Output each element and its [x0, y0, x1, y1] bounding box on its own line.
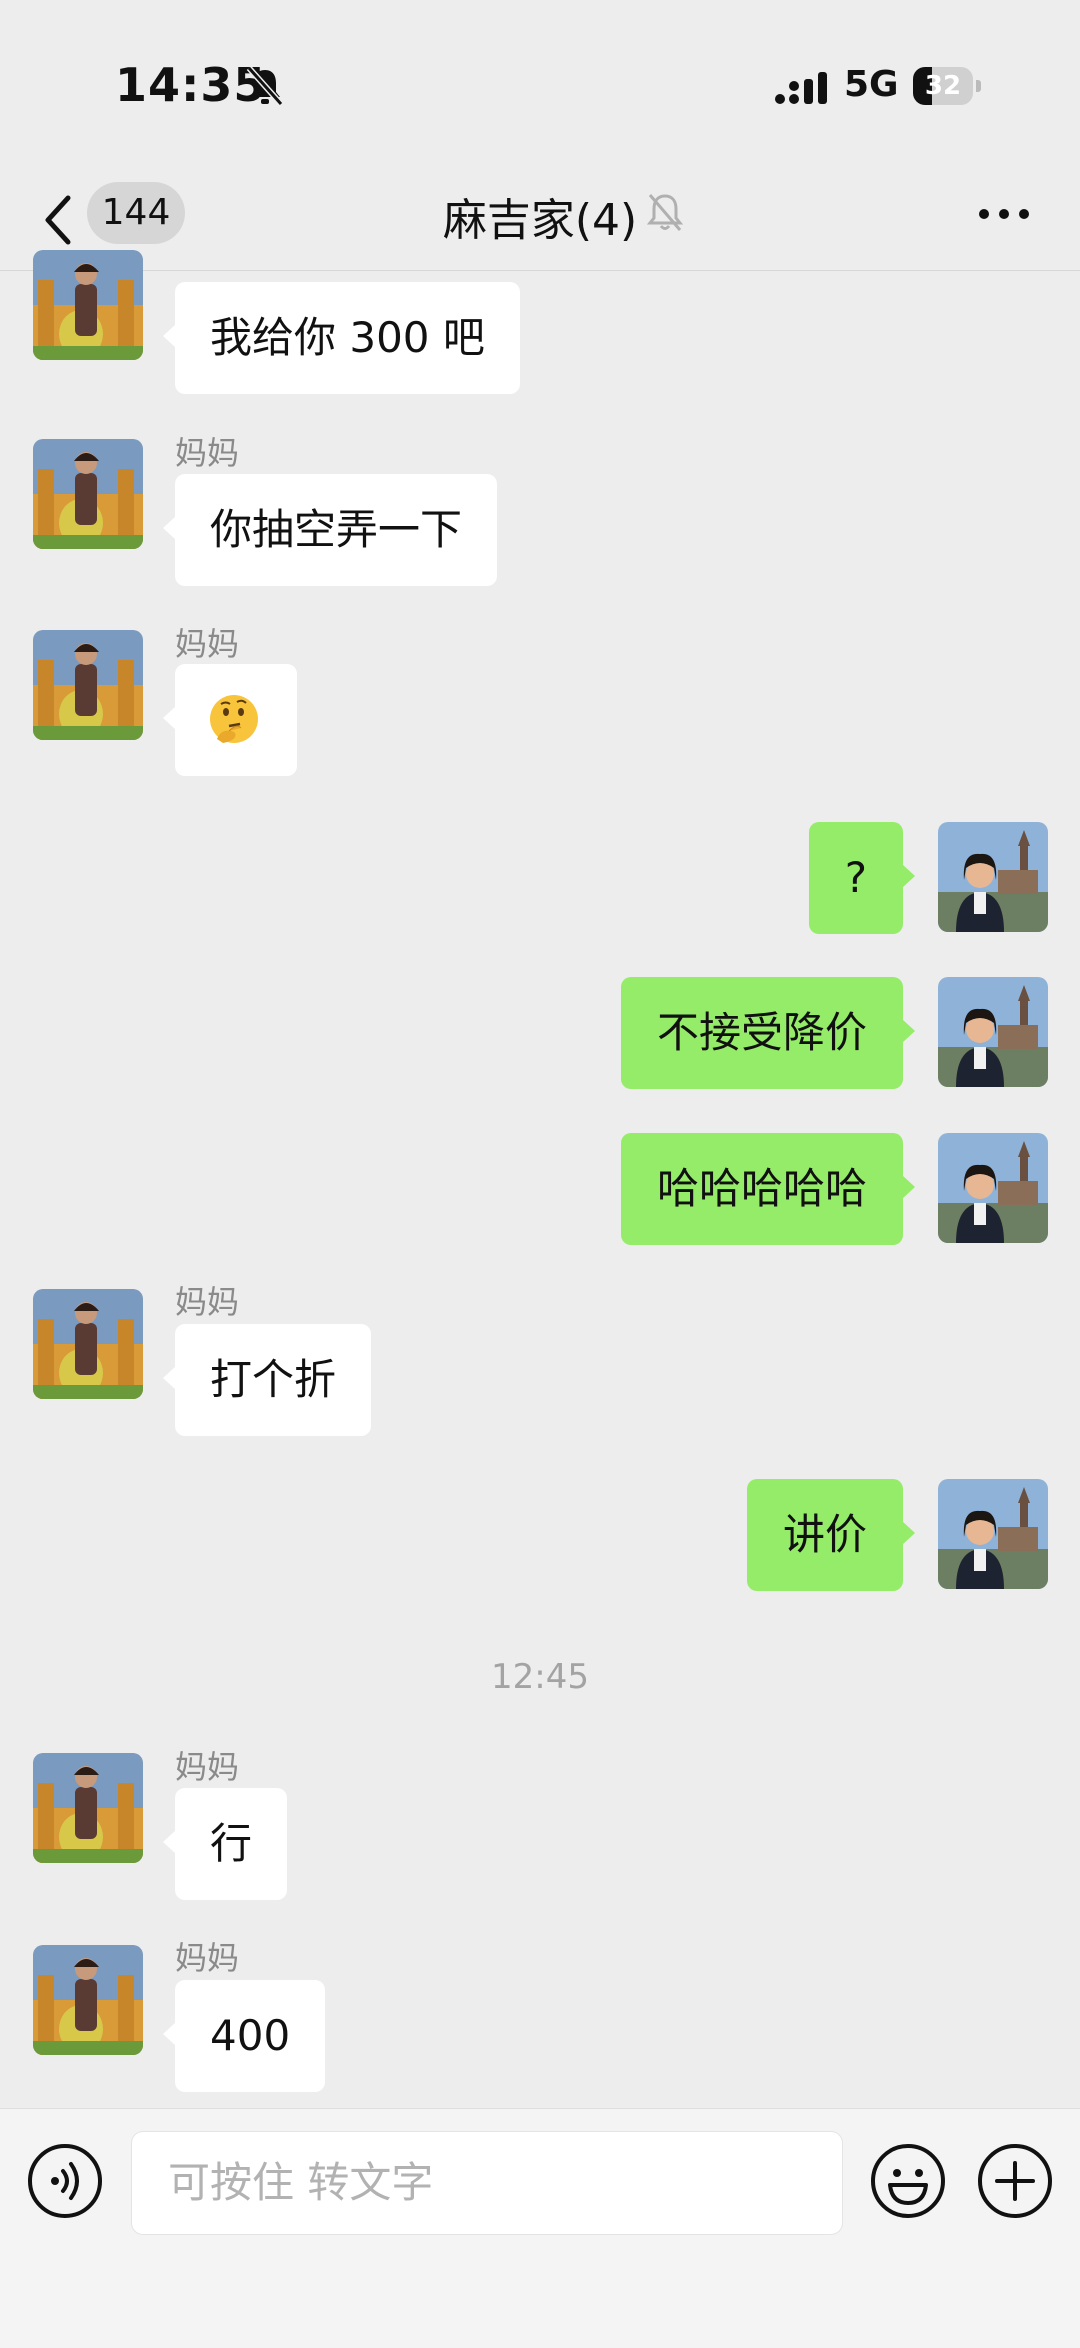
sender-name: 妈妈 — [175, 434, 240, 472]
message-bubble-incoming[interactable]: 打个折 — [162, 1324, 372, 1436]
avatar-mom[interactable] — [33, 1945, 143, 2055]
more-icon[interactable] — [978, 206, 1030, 222]
emoji-icon[interactable] — [870, 2143, 946, 2219]
thinking-face-emoji — [210, 695, 258, 743]
message-bubble-incoming[interactable] — [163, 664, 297, 776]
avatar-mom[interactable] — [33, 439, 143, 549]
voice-icon[interactable] — [27, 2143, 103, 2219]
input-bar: 可按住 转文字 — [0, 2108, 1080, 2348]
chat-header: 144 麻吉家(4) — [0, 170, 1080, 271]
avatar-me[interactable] — [938, 1479, 1048, 1589]
avatar-me[interactable] — [938, 822, 1048, 932]
message-bubble-outgoing[interactable]: ? — [808, 822, 916, 934]
chat-title: 麻吉家(4) — [442, 195, 638, 246]
battery-indicator: 32 — [913, 67, 983, 105]
status-bar: 14:35 5G 32 — [0, 0, 1080, 170]
message-bubble-outgoing[interactable]: 哈哈哈哈哈 — [620, 1133, 916, 1245]
sender-name: 妈妈 — [175, 1283, 240, 1321]
battery-level: 32 — [924, 71, 962, 101]
network-type: 5G — [844, 64, 899, 105]
avatar-me[interactable] — [938, 1133, 1048, 1243]
message-bubble-incoming[interactable]: 我给你 300 吧 — [163, 282, 520, 394]
avatar-mom[interactable] — [33, 250, 143, 360]
input-placeholder: 可按住 转文字 — [168, 2158, 434, 2207]
timestamp-separator: 12:45 — [491, 1657, 589, 1697]
muted-bell-icon — [646, 194, 684, 231]
avatar-mom[interactable] — [33, 630, 143, 740]
avatar-mom[interactable] — [33, 1289, 143, 1399]
message-bubble-incoming[interactable]: 行 — [162, 1788, 288, 1900]
sender-name: 妈妈 — [175, 625, 240, 663]
bell-muted-icon — [246, 66, 284, 106]
cellular-signal-icon — [775, 72, 827, 104]
message-bubble-incoming[interactable]: 你抽空弄一下 — [162, 474, 498, 586]
chat-screen: 14:35 5G 32 144 麻吉家(4) 我给你 300 吧 妈妈 你抽空弄… — [0, 0, 1080, 2348]
message-input[interactable]: 可按住 转文字 — [131, 2131, 843, 2235]
avatar-me[interactable] — [938, 977, 1048, 1087]
message-bubble-outgoing[interactable]: 讲价 — [746, 1479, 916, 1591]
status-time: 14:35 — [115, 58, 267, 112]
sender-name: 妈妈 — [175, 1748, 240, 1786]
sender-name: 妈妈 — [175, 1939, 240, 1977]
avatar-mom[interactable] — [33, 1753, 143, 1863]
message-bubble-outgoing[interactable]: 不接受降价 — [620, 977, 916, 1089]
plus-icon[interactable] — [977, 2143, 1053, 2219]
message-bubble-incoming[interactable]: 400 — [162, 1980, 326, 2092]
